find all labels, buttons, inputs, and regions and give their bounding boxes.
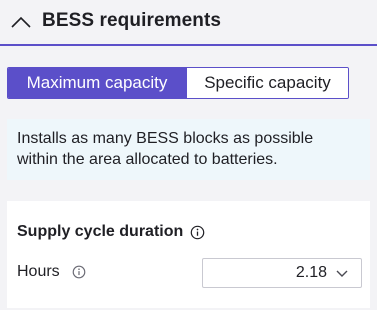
hours-value: 2.18 — [295, 264, 327, 281]
info-icon — [72, 265, 86, 279]
hours-select[interactable]: 2.18 — [202, 258, 362, 288]
capacity-mode-toggle: Maximum capacity Specific capacity — [7, 67, 349, 99]
section-title: Supply cycle duration — [17, 223, 184, 240]
info-text-line-2: within the area allocated to batteries. — [17, 151, 278, 168]
tab-maximum-capacity[interactable]: Maximum capacity — [8, 68, 186, 98]
panel-header: BESS requirements — [0, 0, 377, 46]
info-text-line-1: Installs as many BESS blocks as possible — [17, 130, 314, 147]
panel-title: BESS requirements — [42, 10, 222, 31]
chevron-down-icon — [336, 270, 348, 277]
supply-cycle-card: Supply cycle duration Hours 2.18 — [7, 201, 370, 308]
hours-info-button[interactable] — [70, 263, 88, 281]
chevron-up-icon — [11, 16, 31, 28]
hours-label: Hours — [17, 263, 60, 280]
collapse-button[interactable] — [8, 9, 34, 35]
capacity-info-box: Installs as many BESS blocks as possible… — [7, 119, 370, 180]
tab-specific-capacity[interactable]: Specific capacity — [186, 68, 348, 98]
supply-cycle-info-button[interactable] — [188, 223, 206, 241]
info-icon — [190, 225, 204, 239]
